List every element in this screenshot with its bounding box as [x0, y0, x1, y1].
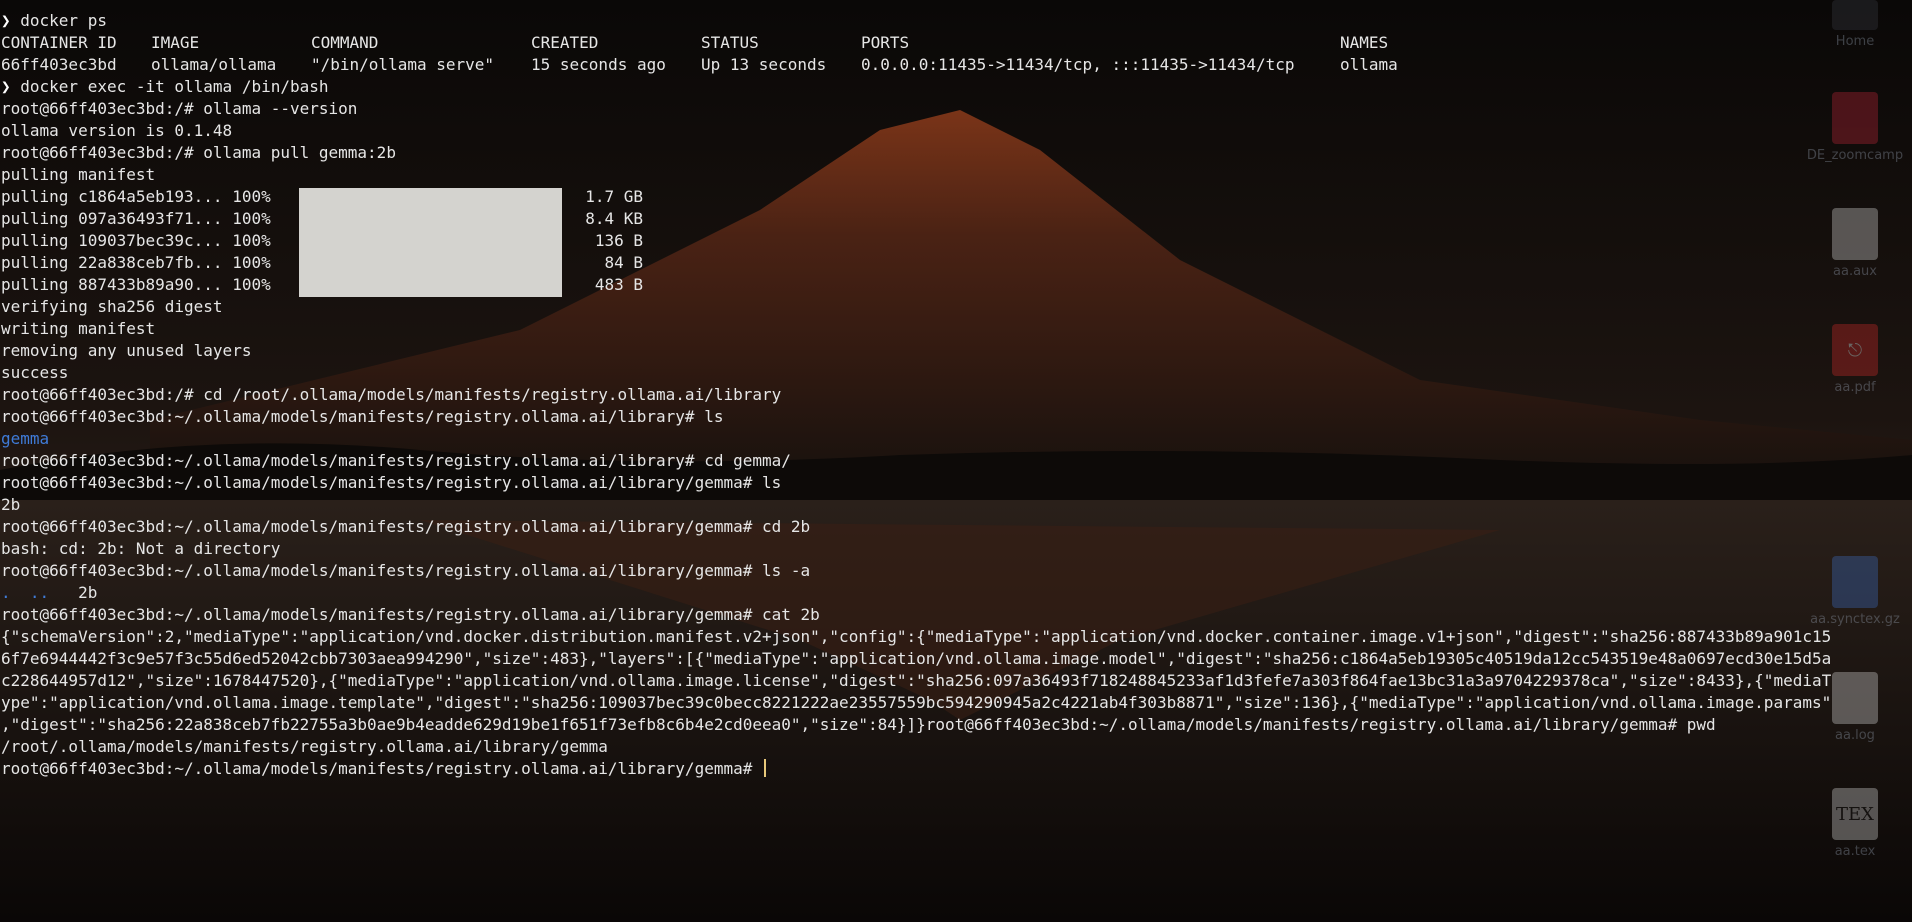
ps-header-cell: NAMES: [1340, 33, 1389, 52]
command-text: docker exec -it ollama /bin/bash: [20, 77, 329, 96]
pull-progress-row: pulling 22a838ceb7fb... 100% 84 B: [1, 252, 1912, 274]
manifest-json-line: 6f7e6944442f3c9e57f3c55d6ed52042cbb7303a…: [1, 649, 1832, 668]
pull-size: 8.4 KB: [585, 209, 643, 228]
shell-prompt: root@66ff403ec3bd:~/.ollama/models/manif…: [1, 759, 762, 778]
ps-cell: "/bin/ollama serve": [311, 55, 495, 74]
pull-progress-row: pulling 109037bec39c... 100% 136 B: [1, 230, 1912, 252]
ps-header-cell: IMAGE: [151, 33, 200, 52]
file-entry: [49, 583, 78, 602]
terminal-line: ollama version is 0.1.48: [1, 121, 233, 140]
pull-size: 136 B: [594, 231, 643, 250]
directory-entry: gemma: [1, 429, 50, 448]
terminal-line: verifying sha256 digest: [1, 297, 223, 316]
terminal-line: ❯ docker ps: [1, 10, 1912, 32]
pull-progress-row: pulling 097a36493f71... 100% 8.4 KB: [1, 208, 1912, 230]
pull-size: 1.7 GB: [585, 187, 643, 206]
manifest-json-line: ype":"application/vnd.ollama.image.templ…: [1, 693, 1832, 712]
terminal-line: pulling manifest: [1, 165, 156, 184]
terminal-line: root@66ff403ec3bd:~/.ollama/models/manif…: [1, 407, 724, 426]
pull-progress-row: pulling c1864a5eb193... 100% 1.7 GB: [1, 186, 1912, 208]
pull-progress-bar: [299, 188, 562, 297]
pull-label: pulling 22a838ceb7fb... 100%: [1, 253, 271, 272]
manifest-json-line: c228644957d12","size":1678447520},{"medi…: [1, 671, 1832, 690]
terminal-line: success: [1, 363, 69, 382]
terminal-line: removing any unused layers: [1, 341, 252, 360]
terminal-line: root@66ff403ec3bd:~/.ollama/models/manif…: [1, 517, 811, 536]
file-entry: 2b: [78, 583, 98, 602]
docker-ps-header: CONTAINER ID IMAGE COMMAND CREATED STATU…: [1, 32, 1912, 54]
ps-header-cell: STATUS: [701, 33, 759, 52]
ps-cell: 0.0.0.0:11435->11434/tcp, :::11435->1143…: [861, 55, 1295, 74]
ps-header-cell: CONTAINER ID: [1, 33, 117, 52]
pull-label: pulling c1864a5eb193... 100%: [1, 187, 271, 206]
ps-header-cell: CREATED: [531, 33, 599, 52]
docker-ps-row: 66ff403ec3bd ollama/ollama "/bin/ollama …: [1, 54, 1912, 76]
manifest-json-line: ,"digest":"sha256:22a838ceb7fb22755a3b0a…: [1, 715, 1716, 734]
pull-size: 84 B: [604, 253, 643, 272]
pull-label: pulling 097a36493f71... 100%: [1, 209, 271, 228]
ps-cell: 66ff403ec3bd: [1, 55, 117, 74]
prompt-arrow: ❯: [1, 11, 21, 30]
text-cursor: [764, 759, 766, 777]
terminal-line: writing manifest: [1, 319, 156, 338]
ps-header-cell: COMMAND: [311, 33, 379, 52]
command-text: docker ps: [20, 11, 107, 30]
terminal-line: root@66ff403ec3bd:/# ollama pull gemma:2…: [1, 143, 396, 162]
ps-cell: ollama: [1340, 55, 1398, 74]
terminal-line: root@66ff403ec3bd:~/.ollama/models/manif…: [1, 561, 811, 580]
pull-label: pulling 887433b89a90... 100%: [1, 275, 271, 294]
terminal-line: bash: cd: 2b: Not a directory: [1, 539, 281, 558]
terminal-window[interactable]: ❯ docker ps CONTAINER ID IMAGE COMMAND C…: [0, 0, 1912, 922]
terminal-line: /root/.ollama/models/manifests/registry.…: [1, 737, 608, 756]
ps-cell: Up 13 seconds: [701, 55, 827, 74]
pull-size: 483 B: [594, 275, 643, 294]
ps-header-cell: PORTS: [861, 33, 910, 52]
ps-cell: ollama/ollama: [151, 55, 277, 74]
terminal-line: root@66ff403ec3bd:~/.ollama/models/manif…: [1, 605, 820, 624]
terminal-line: ❯ docker exec -it ollama /bin/bash: [1, 76, 1912, 98]
ps-cell: 15 seconds ago: [531, 55, 666, 74]
terminal-line: root@66ff403ec3bd:/# cd /root/.ollama/mo…: [1, 385, 782, 404]
directory-entry: . ..: [1, 583, 50, 602]
pull-progress-row: pulling 887433b89a90... 100% 483 B: [1, 274, 1912, 296]
terminal-line: root@66ff403ec3bd:~/.ollama/models/manif…: [1, 451, 791, 470]
terminal-line: . .. 2b: [1, 582, 1912, 604]
terminal-line: root@66ff403ec3bd:/# ollama --version: [1, 99, 358, 118]
terminal-line: 2b: [1, 495, 21, 514]
pull-label: pulling 109037bec39c... 100%: [1, 231, 271, 250]
terminal-prompt-line[interactable]: root@66ff403ec3bd:~/.ollama/models/manif…: [1, 758, 1912, 780]
manifest-json-line: {"schemaVersion":2,"mediaType":"applicat…: [1, 627, 1832, 646]
terminal-line: root@66ff403ec3bd:~/.ollama/models/manif…: [1, 473, 782, 492]
